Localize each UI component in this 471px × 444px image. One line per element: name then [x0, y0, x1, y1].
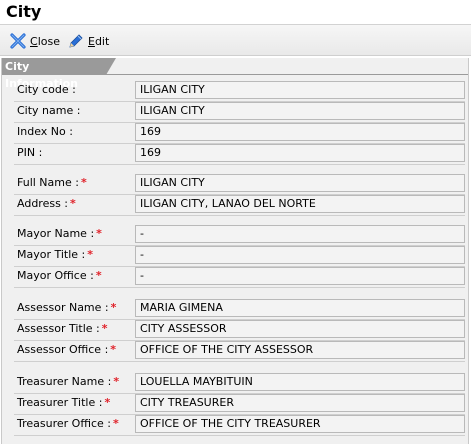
toolbar: Close Edit — [0, 25, 471, 56]
index-no-field[interactable]: 169 — [135, 123, 465, 141]
close-button[interactable]: Close — [9, 31, 60, 51]
edit-button[interactable]: Edit — [67, 31, 109, 51]
field-row-assessor-office: Assessor Office : * OFFICE OF THE CITY AS… — [14, 340, 465, 362]
field-label: Treasurer Name : * — [17, 375, 120, 388]
field-row-treasurer-office: Treasurer Office : * OFFICE OF THE CITY T… — [14, 414, 465, 436]
required-marker: * — [112, 417, 119, 430]
field-row-mayor-name: Mayor Name : * - — [14, 224, 465, 246]
pencil-icon — [67, 32, 85, 50]
field-row-treasurer-name: Treasurer Name : * LOUELLA MAYBITUIN — [14, 372, 465, 394]
field-row-full-name: Full Name : * ILIGAN CITY — [14, 173, 465, 195]
edit-button-label: Edit — [88, 34, 110, 48]
assessor-office-field[interactable]: OFFICE OF THE CITY ASSESSOR — [135, 341, 465, 359]
treasurer-office-field[interactable]: OFFICE OF THE CITY TREASURER — [135, 415, 465, 433]
required-marker: * — [96, 227, 102, 240]
required-marker: * — [110, 301, 117, 314]
address-field[interactable]: ILIGAN CITY, LANAO DEL NORTE — [135, 195, 465, 213]
required-marker: * — [80, 176, 87, 189]
city-code-field[interactable]: ILIGAN CITY — [135, 81, 465, 99]
required-marker: * — [87, 248, 94, 261]
assessor-name-field[interactable]: MARIA GIMENA — [135, 299, 465, 317]
required-marker: * — [101, 322, 108, 335]
mayor-office-field[interactable]: - — [135, 267, 465, 285]
city-information-panel: City Information City code : ILIGAN CITY… — [1, 58, 469, 444]
field-row-city-name: City name : ILIGAN CITY — [14, 101, 465, 123]
field-row-mayor-title: Mayor Title : * - — [14, 245, 465, 267]
field-row-assessor-name: Assessor Name : * MARIA GIMENA — [14, 298, 465, 320]
treasurer-name-field[interactable]: LOUELLA MAYBITUIN — [135, 373, 465, 391]
close-x-icon — [9, 32, 27, 50]
field-row-address: Address : * ILIGAN CITY, LANAO DEL NORTE — [14, 194, 465, 216]
close-button-label: Close — [30, 34, 60, 48]
field-label: Assessor Name : * — [17, 301, 117, 314]
assessor-title-field[interactable]: CITY ASSESSOR — [135, 320, 465, 338]
required-marker: * — [110, 343, 117, 356]
field-label: Assessor Title : * — [17, 322, 108, 335]
section-title: City Information — [2, 58, 116, 90]
city-name-field[interactable]: ILIGAN CITY — [135, 102, 465, 120]
field-label: Full Name : * — [17, 176, 87, 189]
field-label: PIN : — [17, 146, 43, 159]
required-marker: * — [70, 197, 76, 210]
treasurer-title-field[interactable]: CITY TREASURER — [135, 394, 465, 412]
window-title: City — [6, 2, 42, 21]
field-row-treasurer-title: Treasurer Title : * CITY TREASURER — [14, 393, 465, 415]
field-label: Assessor Office : * — [17, 343, 117, 356]
required-marker: * — [113, 375, 120, 388]
section-divider — [2, 74, 468, 75]
window-title-bar: City — [0, 0, 471, 25]
field-row-city-code: City code : ILIGAN CITY — [14, 80, 465, 102]
mayor-name-field[interactable]: - — [135, 225, 465, 243]
field-label: Mayor Office : * — [17, 269, 102, 282]
pin-field[interactable]: 169 — [135, 144, 465, 162]
field-label: Mayor Title : * — [17, 248, 94, 261]
field-row-assessor-title: Assessor Title : * CITY ASSESSOR — [14, 319, 465, 341]
field-label: Index No : — [17, 125, 73, 138]
required-marker: * — [104, 396, 111, 409]
full-name-field[interactable]: ILIGAN CITY — [135, 174, 465, 192]
field-row-index-no: Index No : 169 — [14, 122, 465, 144]
field-label: Address : * — [17, 197, 76, 210]
field-label: City code : — [17, 83, 76, 96]
mayor-title-field[interactable]: - — [135, 246, 465, 264]
field-row-pin: PIN : 169 — [14, 143, 465, 165]
field-label: Treasurer Title : * — [17, 396, 111, 409]
field-label: Treasurer Office : * — [17, 417, 119, 430]
field-label: Mayor Name : * — [17, 227, 102, 240]
required-marker: * — [95, 269, 102, 282]
field-row-mayor-office: Mayor Office : * - — [14, 266, 465, 288]
field-label: City name : — [17, 104, 81, 117]
